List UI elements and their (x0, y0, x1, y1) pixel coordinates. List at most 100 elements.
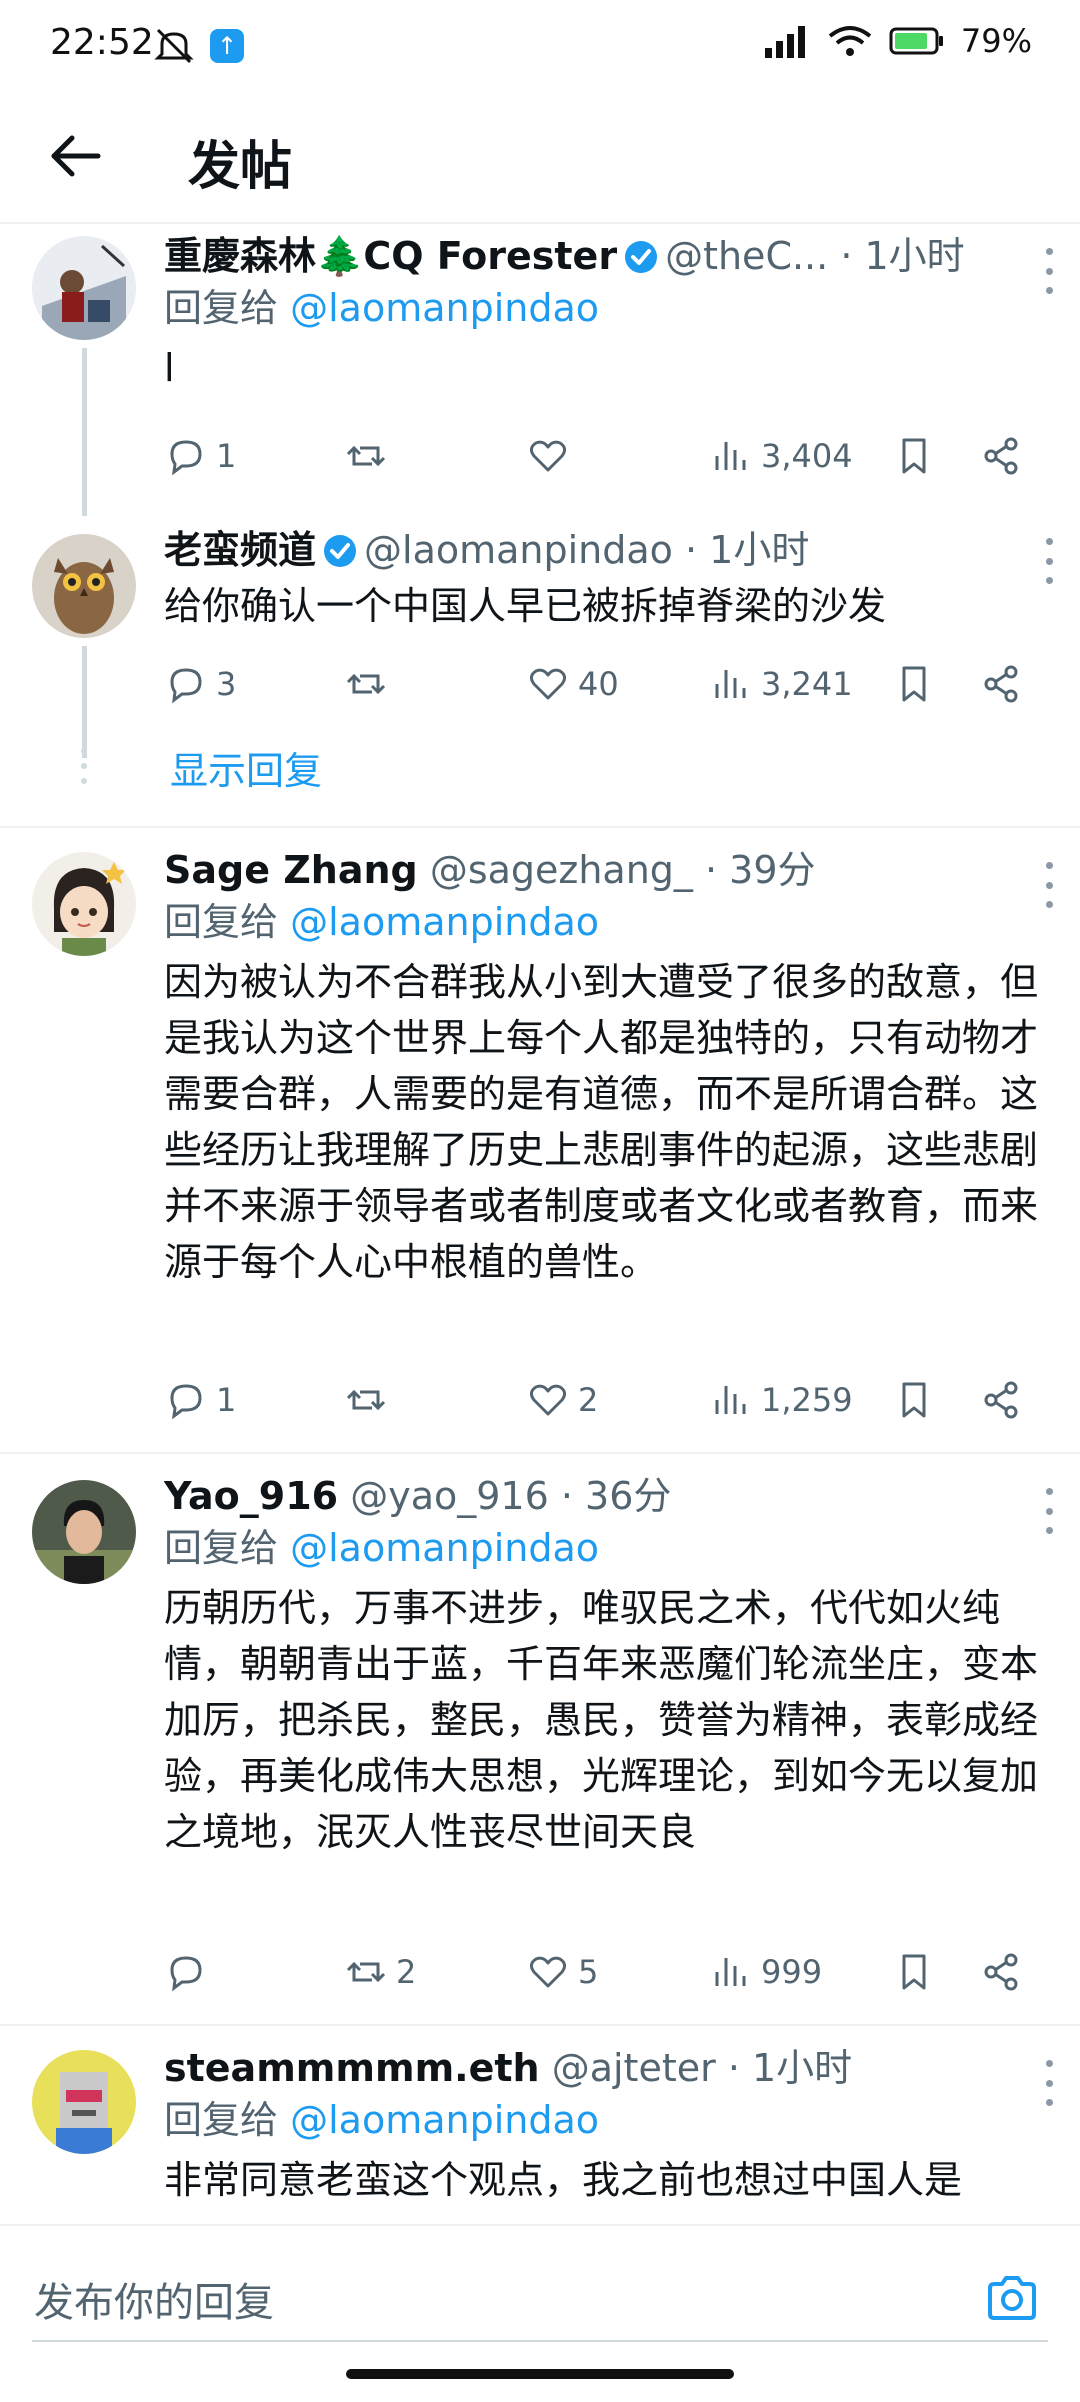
bookmark-button[interactable] (892, 426, 936, 486)
retweet-icon (346, 445, 386, 467)
tweet-time: · 39分 (705, 848, 816, 892)
tweet[interactable]: Yao_916 @yao_916 · 36分 回复给 @laomanpindao… (0, 1470, 1080, 2030)
reply-button[interactable] (164, 1942, 216, 2002)
thread-line (82, 646, 87, 758)
share-button[interactable] (979, 1942, 1023, 2002)
reply-icon (170, 1956, 202, 1992)
more-options-icon[interactable] (1042, 538, 1056, 584)
display-name[interactable]: Yao_916 (164, 1474, 338, 1518)
tweet-time: · 1小时 (727, 2046, 853, 2090)
bookmark-button[interactable] (892, 654, 936, 714)
reply-to-line: 回复给 @laomanpindao (164, 2094, 1052, 2146)
tweet-text: 非常同意老蛮这个观点，我之前也想过中国人是 (164, 2158, 963, 2202)
user-handle: @laomanpindao (364, 528, 673, 572)
page-title: 发帖 (188, 137, 293, 197)
views-icon (715, 442, 746, 470)
tweet-time: · 1小时 (840, 234, 965, 278)
reply-input[interactable]: 发布你的回复 (32, 2256, 1048, 2342)
tweet-actions: 1 3,404 (164, 426, 1034, 486)
reply-button[interactable]: 1 (164, 426, 236, 486)
like-button[interactable]: 40 (526, 654, 619, 714)
reply-prefix: 回复给 (164, 1526, 279, 1570)
views-button[interactable]: 1,259 (709, 1370, 853, 1430)
reply-to-handle[interactable]: @laomanpindao (290, 2098, 599, 2142)
display-name[interactable]: 老蛮频道 (164, 528, 316, 572)
reply-to-handle[interactable]: @laomanpindao (290, 900, 599, 944)
camera-icon[interactable] (984, 2270, 1040, 2326)
tweet-text: 给你确认一个中国人早已被拆掉脊梁的沙发 (164, 584, 887, 628)
views-button[interactable]: 3,404 (709, 426, 853, 486)
status-time: 22:52 (50, 22, 154, 63)
more-options-icon[interactable] (1042, 862, 1056, 908)
tweet[interactable]: Sage Zhang @sagezhang_ · 39分 回复给 @laoman… (0, 844, 1080, 1444)
views-button[interactable]: 999 (709, 1942, 822, 2002)
bookmark-icon (902, 1954, 926, 1990)
like-count: 2 (578, 1381, 599, 1419)
share-button[interactable] (979, 654, 1023, 714)
mute-icon (154, 28, 194, 64)
view-count: 1,259 (761, 1381, 853, 1419)
avatar[interactable] (32, 236, 136, 340)
avatar[interactable] (32, 1480, 136, 1584)
bookmark-button[interactable] (892, 1370, 936, 1430)
like-button[interactable]: 5 (526, 1942, 598, 2002)
reply-count: 1 (216, 1381, 237, 1419)
share-icon (984, 437, 1018, 475)
tweet[interactable]: 老蛮频道 @laomanpindao · 1小时 给你确认一个中国人早已被拆掉脊梁… (0, 524, 1080, 824)
tweet-text: 历朝历代，万事不进步，唯驭民之术，代代如火纯情，朝朝青出于蓝，千百年来恶魔们轮流… (164, 1586, 1039, 1854)
reply-count: 3 (216, 665, 237, 703)
user-handle: @theC... (665, 234, 829, 278)
avatar[interactable] (32, 2050, 136, 2154)
tweet-header: Yao_916 @yao_916 · 36分 (164, 1470, 1052, 1522)
tweet-actions: 3 40 3,241 (164, 654, 1034, 714)
tweet[interactable]: 重慶森林🌲CQ Forester @theC... · 1小时 回复给 @laom… (0, 230, 1080, 516)
gesture-home-bar[interactable] (346, 2369, 734, 2379)
reply-prefix: 回复给 (164, 900, 279, 944)
like-button[interactable]: 2 (526, 1370, 598, 1430)
like-button[interactable] (526, 426, 578, 486)
avatar[interactable] (32, 852, 136, 956)
verified-badge-icon (625, 241, 658, 273)
reply-prefix: 回复给 (164, 286, 279, 330)
reply-to-handle[interactable]: @laomanpindao (290, 1526, 599, 1570)
retweet-icon (346, 1961, 386, 1983)
more-options-icon[interactable] (1042, 1488, 1056, 1534)
views-button[interactable]: 3,241 (709, 654, 853, 714)
tweet-text: 因为被认为不合群我从小到大遭受了很多的敌意，但是我认为这个世界上每个人都是独特的… (164, 960, 1039, 1284)
back-arrow-icon[interactable] (46, 126, 106, 186)
reply-prefix: 回复给 (164, 2098, 279, 2142)
tweet[interactable]: steammmmm.eth @ajteter · 1小时 回复给 @laoman… (0, 2042, 1080, 2224)
tweet-actions: 2 5 999 (164, 1942, 1034, 2002)
thread-continuation-dots (79, 748, 89, 784)
divider (0, 826, 1080, 828)
verified-badge-icon (324, 535, 357, 567)
battery-icon (889, 27, 943, 55)
reply-button[interactable]: 1 (164, 1370, 236, 1430)
reply-to-handle[interactable]: @laomanpindao (290, 286, 599, 330)
user-handle: @yao_916 (350, 1474, 549, 1518)
share-icon (984, 1953, 1018, 1991)
retweet-button[interactable]: 2 (344, 1942, 416, 2002)
top-app-bar: 发帖 (0, 96, 1080, 224)
share-button[interactable] (979, 426, 1023, 486)
bookmark-button[interactable] (892, 1942, 936, 2002)
retweet-count: 2 (396, 1953, 417, 1991)
display-name[interactable]: Sage Zhang (164, 848, 418, 892)
more-options-icon[interactable] (1042, 2060, 1056, 2106)
heart-icon (529, 668, 567, 700)
display-name[interactable]: steammmmm.eth (164, 2046, 540, 2090)
show-replies-link[interactable]: 显示回复 (170, 740, 322, 795)
more-options-icon[interactable] (1042, 248, 1056, 294)
display-name[interactable]: 重慶森林🌲CQ Forester (164, 234, 617, 278)
reply-icon (170, 668, 202, 704)
signal-icon (764, 26, 805, 58)
bookmark-icon (902, 1382, 926, 1418)
views-icon (715, 670, 746, 698)
share-button[interactable] (979, 1370, 1023, 1430)
reply-button[interactable]: 3 (164, 654, 236, 714)
avatar[interactable] (32, 534, 136, 638)
user-handle: @sagezhang_ (429, 848, 693, 892)
retweet-button[interactable] (344, 1370, 396, 1430)
retweet-button[interactable] (344, 654, 396, 714)
retweet-button[interactable] (344, 426, 396, 486)
